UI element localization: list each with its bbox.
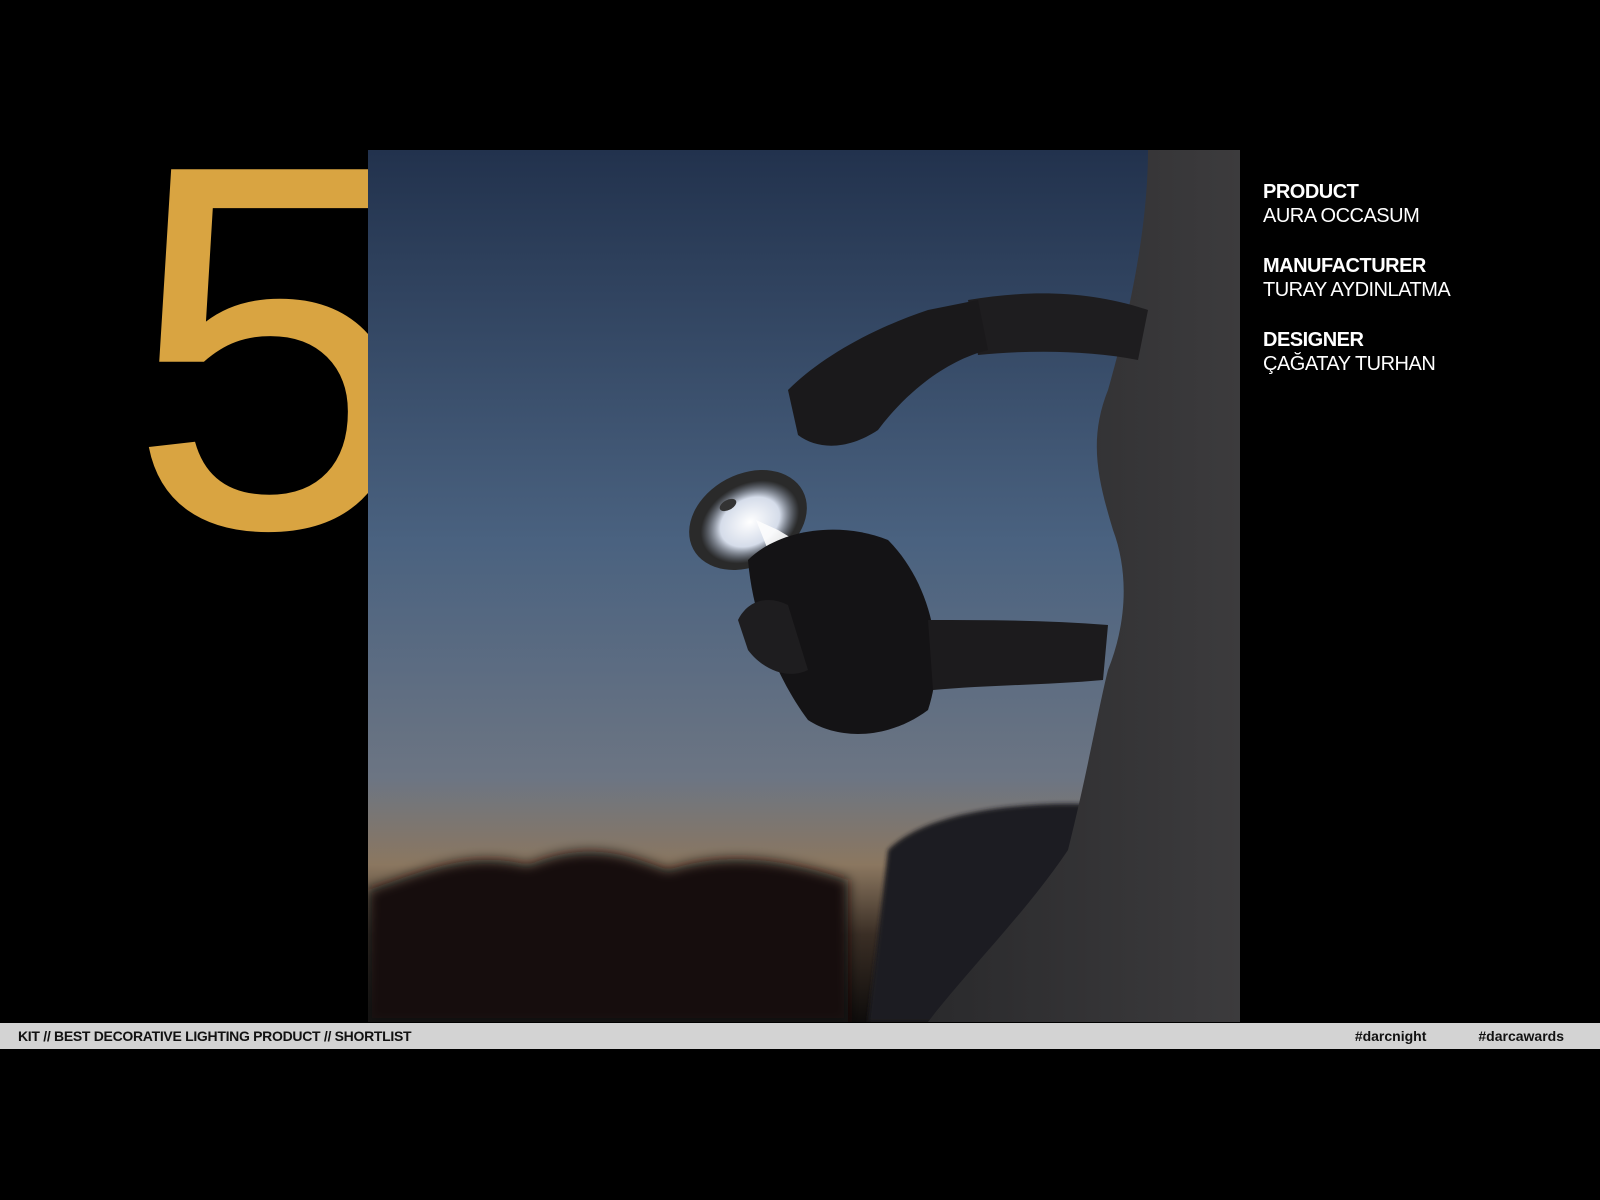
manufacturer-label: MANUFACTURER [1263, 255, 1426, 277]
manufacturer-block: MANUFACTURER TURAY AYDINLATMA [1263, 254, 1583, 302]
info-panel: PRODUCT AURA OCCASUM MANUFACTURER TURAY … [1263, 180, 1583, 402]
product-photo [368, 150, 1240, 1022]
designer-block: DESIGNER ÇAĞATAY TURHAN [1263, 328, 1583, 376]
hashtag-darcawards: #darcawards [1478, 1028, 1564, 1044]
product-photo-image [368, 150, 1240, 1022]
product-value: AURA OCCASUM [1263, 205, 1420, 227]
designer-label: DESIGNER [1263, 329, 1364, 351]
footer-title: KIT // BEST DECORATIVE LIGHTING PRODUCT … [18, 1028, 412, 1044]
slide: 5 PRODUCT AURA OCCASUM MANUFACTURER TURA… [0, 0, 1600, 1200]
hashtag-darcnight: #darcnight [1354, 1028, 1427, 1044]
footer-bar: KIT // BEST DECORATIVE LIGHTING PRODUCT … [0, 1023, 1600, 1049]
product-label: PRODUCT [1263, 181, 1359, 203]
slide-number: 5 [128, 57, 417, 638]
designer-value: ÇAĞATAY TURHAN [1263, 353, 1436, 375]
product-block: PRODUCT AURA OCCASUM [1263, 180, 1583, 228]
manufacturer-value: TURAY AYDINLATMA [1263, 279, 1451, 301]
footer-tags: #darcnight #darcawards [1355, 1028, 1564, 1044]
